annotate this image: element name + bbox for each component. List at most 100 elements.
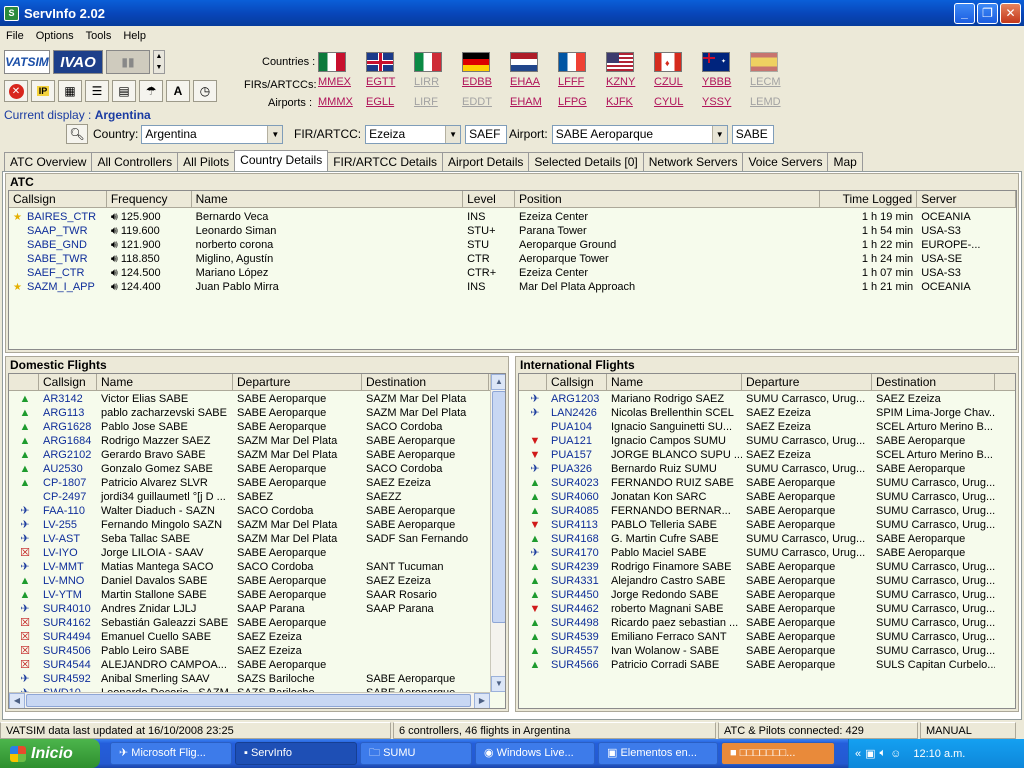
scroll-left-icon[interactable]: ◀ [9,693,25,708]
notes-button[interactable]: ▤ [112,80,136,102]
flight-row[interactable]: ▲ CP-1807 Patricio Alvarez SLVR SABE Aeropa… [9,476,505,490]
flight-row[interactable]: CP-2497 jordi34 guillaumetl °[j D ... SABE… [9,490,505,504]
col-time-logged[interactable]: Time Logged [820,191,918,207]
australia-flag-icon[interactable]: ✦ [702,52,730,72]
airport-egll[interactable]: EGLL [366,94,394,112]
italy-flag-icon[interactable] [414,52,442,72]
task-unknown-app[interactable]: ■ □□□□□□□... [721,742,835,765]
col-callsign[interactable]: Callsign [39,374,97,390]
fir-ehaa[interactable]: EHAA [510,74,540,92]
grid-view-button[interactable]: ▦ [58,80,82,102]
restore-button[interactable]: ❐ [977,3,998,24]
fir-ybbb[interactable]: YBBB [702,74,731,92]
fir-code-input[interactable]: SAEF [465,124,508,144]
task-sumu-folder[interactable]: 🗀 SUMU [360,742,472,765]
flight-row[interactable]: ▲ LV-YTM Martin Stallone SABE SABE Aeroparq… [9,588,505,602]
flight-row[interactable]: ✈ PUA326 Bernardo Ruiz SUMU SUMU Carrasco, … [519,462,1015,476]
fir-edbb[interactable]: EDBB [462,74,492,92]
mexico-flag-icon[interactable] [318,52,346,72]
col-callsign[interactable]: Callsign [547,374,607,390]
flight-row[interactable]: ▲ AU2530 Gonzalo Gomez SABE SABE Aeroparque… [9,462,505,476]
col-destination[interactable]: Destination [872,374,995,390]
flight-row[interactable]: PUA104 Ignacio Sanguinetti SU... SAEZ Ezei… [519,420,1015,434]
usa-flag-icon[interactable] [606,52,634,72]
flight-row[interactable]: ▼ SUR4113 PABLO Telleria SABE SABE Aeroparq… [519,518,1015,532]
menu-tools[interactable]: Tools [80,30,118,42]
airport-kjfk[interactable]: KJFK [606,94,633,112]
flight-row[interactable]: ▲ SUR4168 G. Martin Cufre SABE SUMU Carrasc… [519,532,1015,546]
network-spinner[interactable]: ▲ ▼ [153,50,165,74]
flight-row[interactable]: ☒ SUR4544 ALEJANDRO CAMPOA... SABE Aeroparq… [9,658,505,672]
tab-voice-servers[interactable]: Voice Servers [742,152,829,171]
clock[interactable]: 12:10 a.m. [913,748,965,760]
menu-help[interactable]: Help [117,30,152,42]
airport-lemd[interactable]: LEMD [750,94,781,112]
flight-row[interactable]: ▲ SUR4085 FERNANDO BERNAR... SABE Aeroparqu… [519,504,1015,518]
atc-row[interactable]: ★ BAIRES_CTR 🔊︎ 125.900 Bernardo Veca INS Ez… [9,210,1016,224]
flight-row[interactable]: ▲ SUR4539 Emiliano Ferraco SANT SABE Aeropa… [519,630,1015,644]
airport-eham[interactable]: EHAM [510,94,542,112]
fir-czul[interactable]: CZUL [654,74,683,92]
task-flight-simulator[interactable]: ✈ Microsoft Flig... [110,742,232,765]
flight-row[interactable]: ▲ ARG113 pablo zacharzevski SABE SABE Aerop… [9,406,505,420]
country-select[interactable]: Argentina ▼ [141,124,284,144]
font-button[interactable]: A [166,80,190,102]
volume-icon[interactable]: 🔈︎ [880,747,887,760]
timer-button[interactable]: ◷ [193,80,217,102]
flight-row[interactable]: ✈ FAA-110 Walter Diaduch - SAZN SACO Cordob… [9,504,505,518]
flight-row[interactable]: ▼ PUA157 JORGE BLANCO SUPU ... SAEZ Ezeiza S… [519,448,1015,462]
stop-button[interactable]: ✕ [4,80,28,102]
flight-row[interactable]: ☒ LV-IYO Jorge LILOIA - SAAV SABE Aeroparqu… [9,546,505,560]
flight-row[interactable]: ▲ SUR4566 Patricio Corradi SABE SABE Aeropa… [519,658,1015,672]
flight-row[interactable]: ▲ SUR4557 Ivan Wolanow - SABE SABE Aeroparq… [519,644,1015,658]
flight-row[interactable]: ▲ SUR4450 Jorge Redondo SABE SABE Aeroparqu… [519,588,1015,602]
france-flag-icon[interactable] [558,52,586,72]
fir-egtt[interactable]: EGTT [366,74,395,92]
menu-options[interactable]: Options [30,30,80,42]
airport-code-input[interactable]: SABE [731,124,774,144]
col-name[interactable]: Name [97,374,233,390]
tray-expand-icon[interactable]: « [855,748,861,760]
atc-row[interactable]: ★ SAZM_I_APP 🔊︎ 124.400 Juan Pablo Mirra IN… [9,280,1016,294]
col-departure[interactable]: Departure [742,374,872,390]
scroll-up-icon[interactable]: ▲ [491,374,505,390]
messenger-tray-icon[interactable]: ☺ [890,748,901,760]
atc-row[interactable]: SABE_GND 🔊︎ 121.900 norberto corona STU Aero… [9,238,1016,252]
flight-row[interactable]: ☒ SUR4506 Pablo Leiro SABE SAEZ Ezeiza [9,644,505,658]
col-position[interactable]: Position [515,191,821,207]
airport-lfpg[interactable]: LFPG [558,94,587,112]
scrollbar-thumb[interactable] [492,391,505,623]
flight-row[interactable]: ▲ ARG1684 Rodrigo Mazzer SAEZ SAZM Mar Del … [9,434,505,448]
fir-select[interactable]: Ezeiza ▼ [365,124,462,144]
fir-mmex[interactable]: MMEX [318,74,351,92]
tab-all-controllers[interactable]: All Controllers [91,152,179,171]
task-servinfo[interactable]: ▪ ServInfo [235,742,357,765]
flight-row[interactable]: ✈ LV-AST Seba Tallac SABE SAZM Mar Del Plat… [9,532,505,546]
flight-row[interactable]: ▲ SUR4331 Alejandro Castro SABE SABE Aeropa… [519,574,1015,588]
flight-row[interactable]: ✈ ARG1203 Mariano Rodrigo SAEZ SUMU Carrasc… [519,392,1015,406]
list-view-button[interactable]: ☰ [85,80,109,102]
tab-map[interactable]: Map [827,152,863,171]
atc-row[interactable]: SAEF_CTR 🔊︎ 124.500 Mariano López CTR+ Ezeiz… [9,266,1016,280]
tab-all-pilots[interactable]: All Pilots [177,152,236,171]
flight-row[interactable]: ▲ ARG2102 Gerardo Bravo SABE SAZM Mar Del P… [9,448,505,462]
canada-flag-icon[interactable]: ♦ [654,52,682,72]
chevron-down-icon[interactable]: ▼ [267,125,283,143]
atc-row[interactable]: SABE_TWR 🔊︎ 118.850 Miglino, Agustín CTR Aer… [9,252,1016,266]
tab-country-details[interactable]: Country Details [234,150,329,171]
start-button[interactable]: Inicio [0,739,100,768]
tab-selected-details[interactable]: Selected Details [0] [528,152,644,171]
airport-eddt[interactable]: EDDT [462,94,492,112]
spain-flag-icon[interactable] [750,52,778,72]
close-button[interactable]: ✕ [1000,3,1021,24]
col-level[interactable]: Level [463,191,515,207]
airport-select[interactable]: SABE Aeroparque ▼ [551,124,728,144]
scroll-down-icon[interactable]: ▼ [491,676,505,692]
flight-row[interactable]: ▲ SUR4060 Jonatan Kon SARC SABE Aeroparque S… [519,490,1015,504]
flight-row[interactable]: ▲ LV-MNO Daniel Davalos SABE SABE Aeroparqu… [9,574,505,588]
tab-fir-details[interactable]: FIR/ARTCC Details [327,152,443,171]
flight-row[interactable]: ▲ SUR4239 Rodrigo Finamore SABE SABE Aeropa… [519,560,1015,574]
col-server[interactable]: Server [917,191,1016,207]
domestic-horizontal-scrollbar[interactable]: ◀ ▶ [9,692,490,708]
flight-row[interactable]: ✈ LAN2426 Nicolas Brellenthin SCEL SAEZ Eze… [519,406,1015,420]
